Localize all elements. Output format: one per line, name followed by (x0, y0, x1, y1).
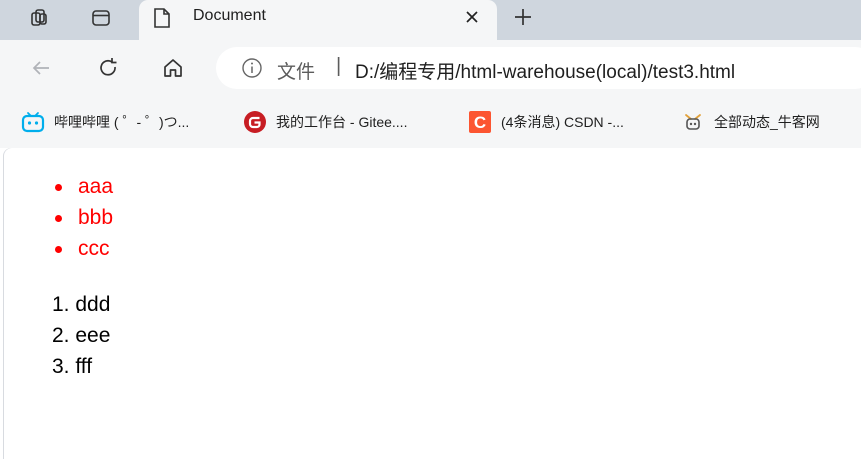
bookmarks-bar: 哔哩哔哩 ( ゜- ゜)つ... 我的工作台 - Gitee.... C (4条… (0, 96, 861, 148)
list-bullet (55, 215, 62, 222)
bookmark-nowcoder[interactable]: 全部动态_牛客网 (680, 110, 820, 134)
unordered-list-item: ccc (78, 237, 110, 260)
list-bullet (55, 184, 62, 191)
new-tab-icon[interactable] (510, 5, 536, 29)
unordered-list-item: aaa (78, 175, 114, 198)
bookmark-label: 全部动态_牛客网 (714, 114, 820, 130)
bilibili-icon (20, 110, 46, 134)
bookmark-bilibili[interactable]: 哔哩哔哩 ( ゜- ゜)つ... (20, 110, 189, 134)
tab-actions-icon[interactable] (86, 5, 116, 31)
address-separator: | (336, 55, 342, 77)
close-tab-icon[interactable] (460, 5, 484, 29)
nowcoder-icon (680, 110, 706, 134)
tab-bar: Document (0, 0, 861, 40)
home-icon[interactable] (157, 52, 189, 84)
bookmark-label: (4条消息) CSDN -... (501, 114, 624, 130)
unordered-list-item: bbb (78, 206, 114, 229)
file-protocol-label: 文件 (277, 62, 316, 83)
page-icon (153, 7, 171, 34)
back-icon[interactable] (25, 52, 57, 84)
url-text[interactable]: D:/编程专用/html-warehouse(local)/test3.html (355, 57, 735, 84)
refresh-icon[interactable] (92, 52, 124, 84)
gitee-icon (242, 110, 268, 134)
browser-toolbar: 文件 | D:/编程专用/html-warehouse(local)/test3… (0, 40, 861, 96)
page-content: aaa bbb ccc 1. ddd 2. eee 3. fff (4, 148, 861, 459)
workspaces-icon[interactable] (24, 5, 54, 31)
info-icon[interactable] (241, 57, 263, 84)
csdn-icon: C (467, 110, 493, 134)
bookmark-csdn[interactable]: C (4条消息) CSDN -... (467, 110, 624, 134)
tab-title: Document (193, 7, 266, 24)
list-bullet (55, 246, 62, 253)
svg-text:C: C (474, 113, 486, 132)
ordered-list-item: 1. ddd (52, 293, 111, 316)
ordered-list-item: 2. eee (52, 324, 111, 347)
address-bar[interactable]: 文件 | D:/编程专用/html-warehouse(local)/test3… (216, 47, 861, 89)
ordered-list-item: 3. fff (52, 355, 93, 378)
tab-document[interactable]: Document (139, 0, 497, 40)
bookmark-gitee[interactable]: 我的工作台 - Gitee.... (242, 110, 407, 134)
bookmark-label: 我的工作台 - Gitee.... (276, 114, 408, 130)
bookmark-label: 哔哩哔哩 ( ゜- ゜)つ... (54, 114, 190, 130)
